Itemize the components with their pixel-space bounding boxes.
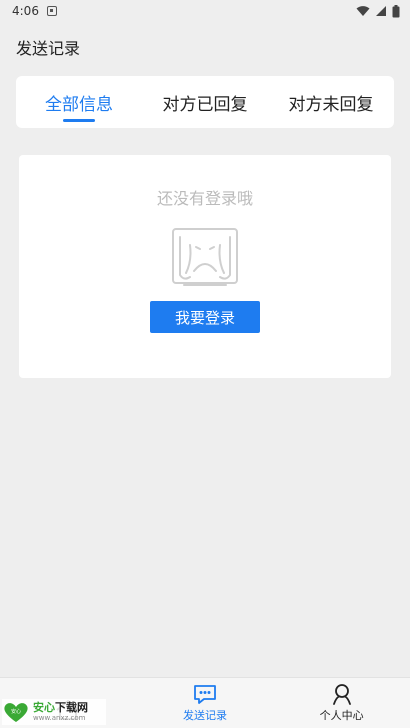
- nav-profile-label: 个人中心: [319, 709, 364, 722]
- battery-icon: [392, 4, 400, 17]
- watermark-url: www.anxz.com: [33, 714, 86, 722]
- filter-tabs: 全部信息 对方已回复 对方未回复: [16, 76, 394, 128]
- empty-message: 还没有登录哦: [156, 189, 253, 208]
- empty-state-card: 还没有登录哦 我要登录: [19, 155, 391, 378]
- person-icon: [332, 684, 351, 705]
- status-bar: 4:06: [0, 0, 410, 22]
- tab-not-replied[interactable]: 对方未回复: [268, 76, 394, 128]
- watermark-badge: 安心: [11, 708, 21, 715]
- nav-send-records-label: 发送记录: [183, 709, 227, 722]
- watermark-brand-dark: 下载网: [55, 701, 88, 714]
- tab-replied[interactable]: 对方已回复: [142, 76, 268, 128]
- watermark-logo-icon: 安心: [2, 700, 30, 724]
- tab-all-messages[interactable]: 全部信息: [16, 76, 142, 128]
- login-button[interactable]: 我要登录: [150, 301, 260, 333]
- status-time: 4:06: [12, 4, 39, 18]
- notification-icon: [46, 6, 57, 16]
- wifi-icon: [356, 6, 370, 16]
- nav-profile[interactable]: 个人中心: [273, 678, 410, 728]
- watermark: 安心 安心下载网 www.anxz.com: [2, 699, 106, 725]
- message-icon: [194, 685, 216, 704]
- page-title: 发送记录: [16, 39, 81, 58]
- signal-icon: [376, 6, 386, 16]
- watermark-brand-green: 安心: [33, 701, 55, 714]
- nav-send-records[interactable]: 发送记录: [137, 678, 274, 728]
- crying-face-icon: [172, 228, 238, 286]
